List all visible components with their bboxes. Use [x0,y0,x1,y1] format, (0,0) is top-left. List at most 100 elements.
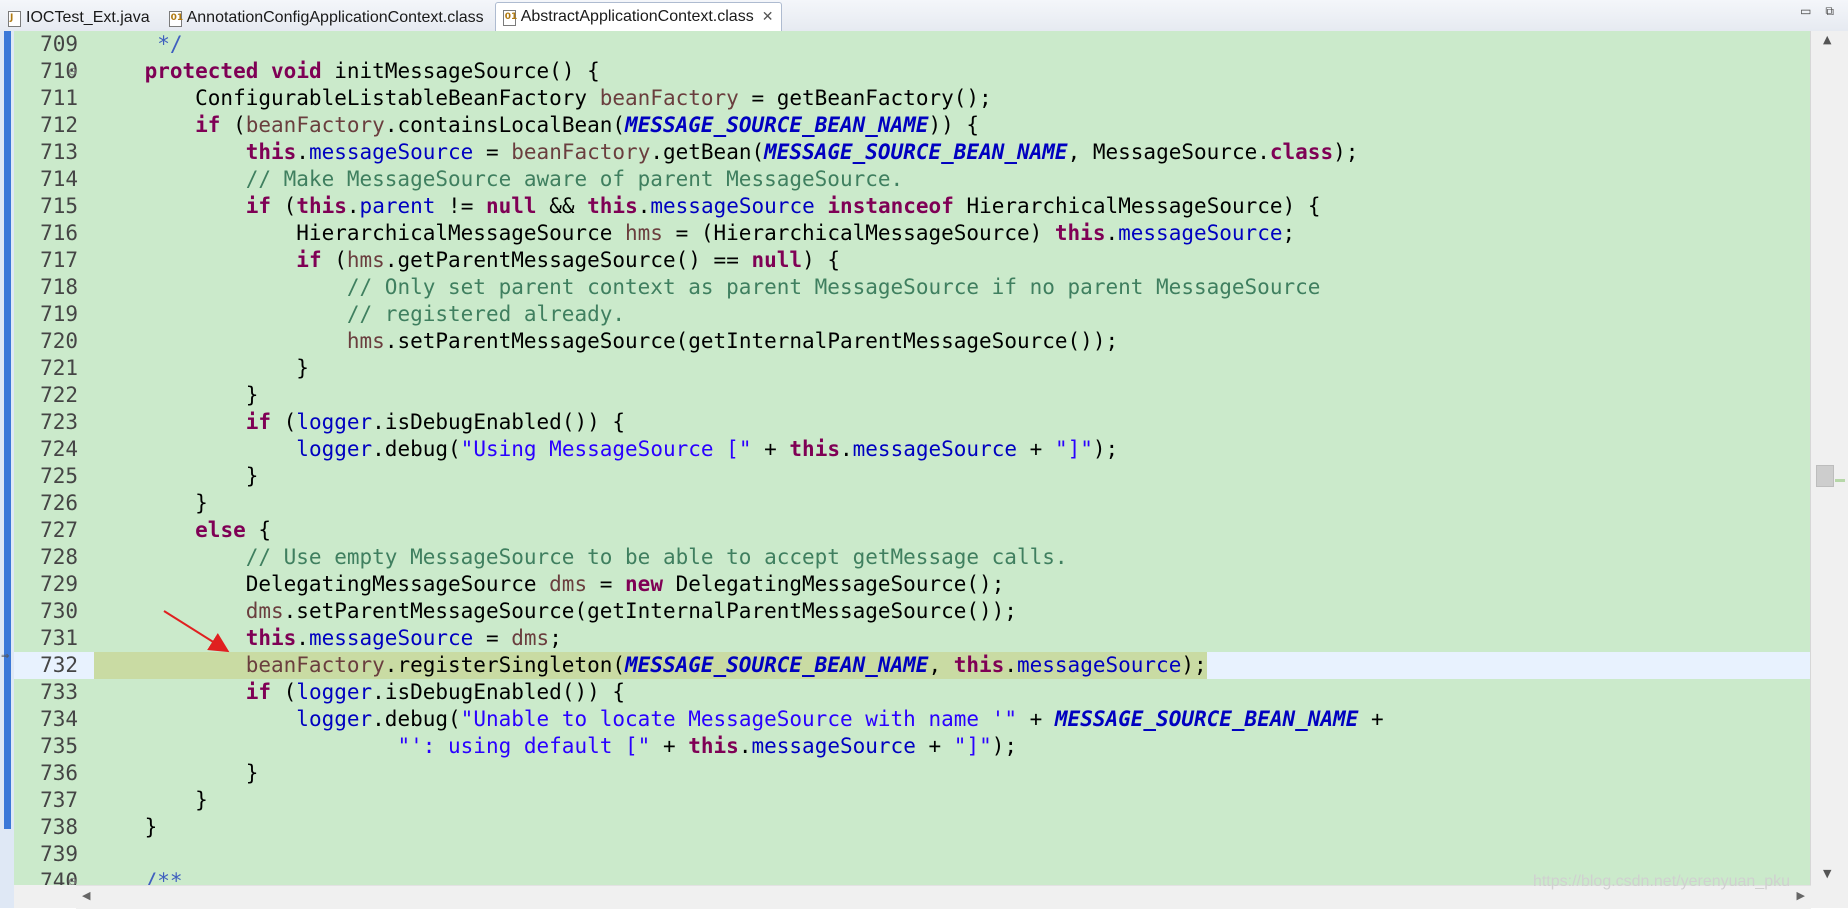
code-text: protected void initMessageSource() { [94,58,600,85]
code-token: = [473,140,512,164]
code-line[interactable]: 716 HierarchicalMessageSource hms = (Hie… [14,220,1811,247]
code-line[interactable]: 724 logger.debug("Using MessageSource ["… [14,436,1811,463]
code-token: this [789,437,840,461]
code-line[interactable]: 736 } [14,760,1811,787]
code-token: messageSource [751,734,916,758]
scroll-up-icon[interactable]: ▲ [1823,33,1831,46]
code-line[interactable]: 713 this.messageSource = beanFactory.get… [14,139,1811,166]
code-token: .debug( [372,707,461,731]
code-token: logger [296,437,373,461]
code-token: . [346,194,360,218]
code-token: "]" [953,734,992,758]
code-line[interactable]: 731 this.messageSource = dms; [14,625,1811,652]
scroll-right-icon[interactable]: ▶ [1797,889,1805,902]
code-line[interactable]: 715 if (this.parent != null && this.mess… [14,193,1811,220]
code-text: hms.setParentMessageSource(getInternalPa… [94,328,1118,355]
fold-toggle-icon[interactable]: ⊖ [68,58,77,85]
code-token: } [94,356,309,380]
restore-icon[interactable]: ⧉ [1825,4,1834,19]
code-token: this [953,653,1005,677]
code-text: // Use empty MessageSource to be able to… [94,544,1068,571]
code-line[interactable]: 727 else { [14,517,1811,544]
scroll-down-icon[interactable]: ▼ [1823,867,1831,880]
code-text: } [94,382,259,409]
code-token: // Make MessageSource aware of parent Me… [245,167,904,191]
code-token: logger [296,410,373,434]
code-line[interactable]: 709 */ [14,31,1811,58]
code-token: . [738,734,752,758]
code-line[interactable]: 728 // Use empty MessageSource to be abl… [14,544,1811,571]
tab-abstractapplicationcontext-class[interactable]: 01 AbstractApplicationContext.class ✕ [494,2,783,31]
code-text: /** [94,868,183,885]
line-number: 731 [40,626,78,650]
code-token: + [751,437,790,461]
code-line[interactable]: 729 DelegatingMessageSource dms = new De… [14,571,1811,598]
code-text: dms.setParentMessageSource(getInternalPa… [94,598,1017,625]
code-line[interactable]: 730 dms.setParentMessageSource(getIntern… [14,598,1811,625]
scroll-left-icon[interactable]: ◀ [82,889,90,902]
code-line[interactable]: 723 if (logger.isDebugEnabled()) { [14,409,1811,436]
code-token: + [1016,707,1055,731]
code-text: ConfigurableListableBeanFactory beanFact… [94,85,992,112]
tab-annotationconfigapplicationcontext-class[interactable]: 01 AnnotationConfigApplicationContext.cl… [161,4,493,31]
code-token: if [296,248,322,272]
line-number: 726 [40,491,78,515]
line-number: 721 [40,356,78,380]
code-token: = [473,626,512,650]
code-token: ); [1181,653,1207,677]
code-token: .getBean( [650,140,765,164]
line-number: 730 [40,599,78,623]
code-line[interactable]: 710 ⊖ protected void initMessageSource() … [14,58,1811,85]
line-number: 713 [40,140,78,164]
minimize-icon[interactable]: ▭ [1800,4,1811,19]
code-token: } [94,761,259,785]
code-line[interactable]: 712 if (beanFactory.containsLocalBean(ME… [14,112,1811,139]
code-token: . [1004,653,1017,677]
code-line[interactable]: 735 "': using default [" + this.messageS… [14,733,1811,760]
overview-ruler-marker[interactable] [1835,479,1845,482]
code-line[interactable]: 726 } [14,490,1811,517]
code-line[interactable]: 721 } [14,355,1811,382]
code-line[interactable]: 738 } [14,814,1811,841]
fold-toggle-icon[interactable]: ⊖ [68,868,77,885]
code-token: .setParentMessageSource(getInternalParen… [283,599,1017,623]
code-line[interactable]: 725 } [14,463,1811,490]
code-line[interactable]: 737 } [14,787,1811,814]
code-line[interactable]: 732 beanFactory.registerSingleton(MESSAG… [14,652,1811,679]
tab-ioctest-ext-java[interactable]: J IOCTest_Ext.java [0,4,159,31]
current-line-marker-icon: ⇒ [1,651,10,662]
code-line[interactable]: 720 hms.setParentMessageSource(getIntern… [14,328,1811,355]
code-line[interactable]: 714 // Make MessageSource aware of paren… [14,166,1811,193]
code-line[interactable]: 711 ConfigurableListableBeanFactory bean… [14,85,1811,112]
code-token: ; [1282,221,1296,245]
code-token: = [587,572,626,596]
vertical-scrollbar[interactable]: ▲ ▼ [1810,31,1848,885]
quick-diff-strip [4,31,11,829]
code-line[interactable]: 718 // Only set parent context as parent… [14,274,1811,301]
close-icon[interactable]: ✕ [762,9,774,25]
code-text: if (logger.isDebugEnabled()) { [94,679,625,706]
code-token: protected [144,59,259,83]
code-text: beanFactory.registerSingleton(MESSAGE_SO… [94,652,1207,679]
code-token: HierarchicalMessageSource) { [953,194,1321,218]
code-token: "]" [1054,437,1093,461]
code-line[interactable]: 734 logger.debug("Unable to locate Messa… [14,706,1811,733]
code-token: ; [549,626,562,650]
code-line[interactable]: 719 // registered already. [14,301,1811,328]
code-line[interactable]: 733 if (logger.isDebugEnabled()) { [14,679,1811,706]
code-line[interactable]: 722 } [14,382,1811,409]
code-text: else { [94,517,271,544]
code-token: ); [1092,437,1119,461]
code-token: new [625,572,663,596]
code-line[interactable]: 739 [14,841,1811,868]
code-line[interactable]: 717 if (hms.getParentMessageSource() == … [14,247,1811,274]
line-number: 737 [40,788,78,812]
scroll-thumb[interactable] [1816,465,1834,487]
code-text-area[interactable]: 709 */710 ⊖ protected void initMessageSou… [14,31,1811,885]
